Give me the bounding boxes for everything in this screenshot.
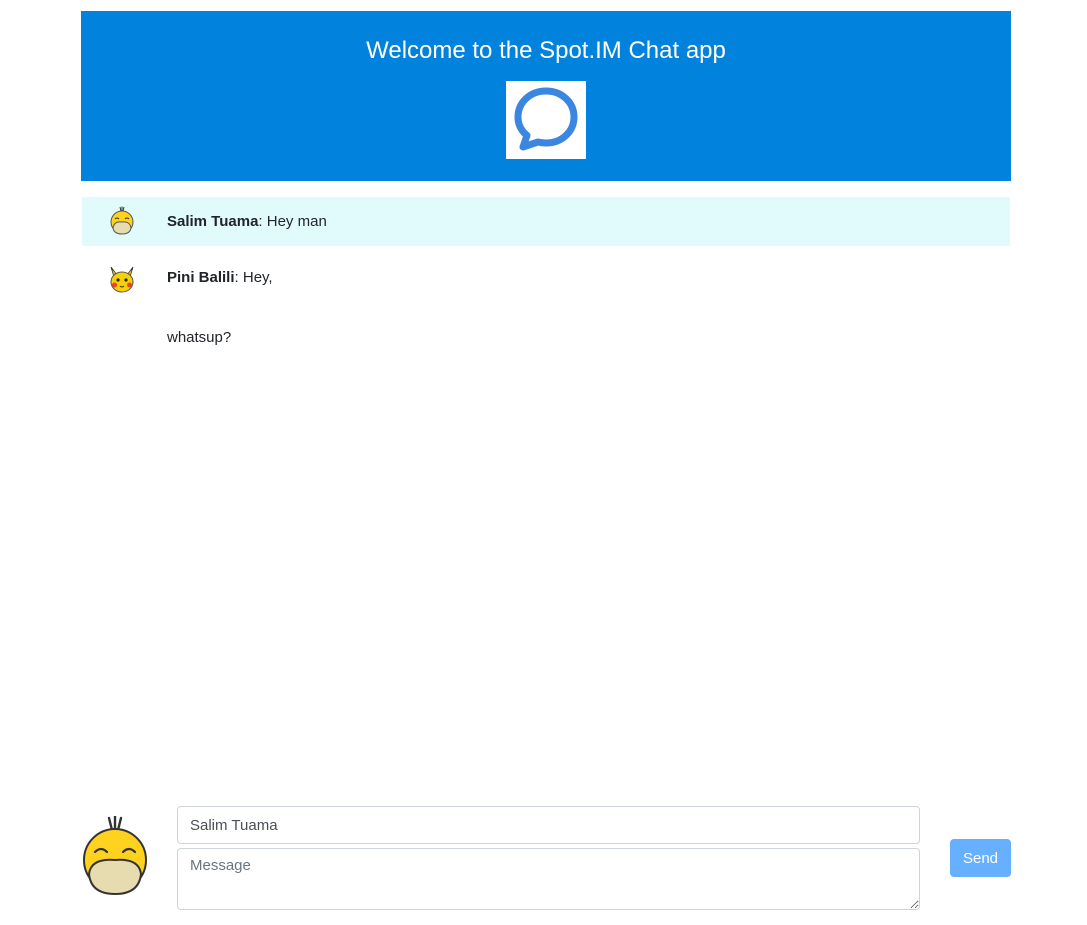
message-author: Salim Tuama [167, 213, 259, 230]
chat-app: Welcome to the Spot.IM Chat app Salim Tu… [81, 11, 1011, 925]
message-body-line: whatsup? [167, 329, 232, 346]
chat-bubble-icon [506, 81, 586, 159]
message-field[interactable] [177, 848, 920, 910]
psyduck-avatar-icon [81, 814, 149, 900]
message-list: Salim Tuama: Hey man Pini Balili: Hey, w… [82, 197, 1010, 366]
psyduck-avatar-icon [106, 206, 138, 238]
message-body: Hey man [262, 213, 327, 230]
message-item: Salim Tuama: Hey man [82, 197, 1010, 246]
message-author: Pini Balili [167, 269, 235, 286]
name-field[interactable] [177, 806, 920, 844]
message-text: Pini Balili: Hey, [167, 268, 273, 288]
header-title: Welcome to the Spot.IM Chat app [366, 37, 726, 64]
message-text: Salim Tuama: Hey man [167, 212, 327, 232]
send-button[interactable]: Send [950, 839, 1011, 877]
header: Welcome to the Spot.IM Chat app [81, 11, 1011, 181]
message-body: Hey, [238, 269, 273, 286]
message-item: Pini Balili: Hey, whatsup? [82, 246, 1010, 366]
pikachu-avatar-icon [106, 263, 138, 295]
